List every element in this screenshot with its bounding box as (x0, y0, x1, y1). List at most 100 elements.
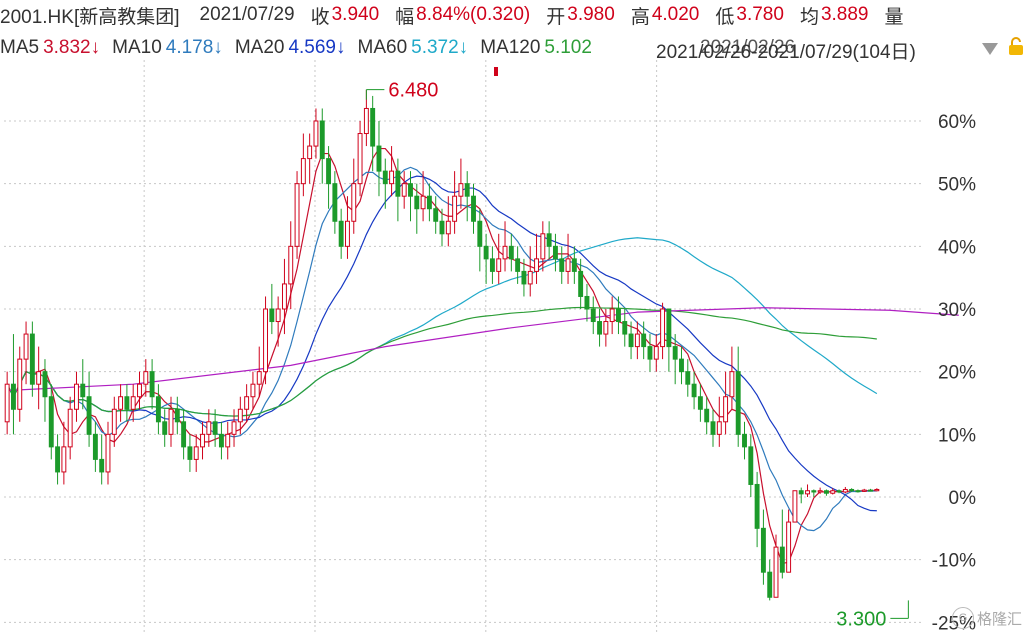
candle-body-38 (244, 396, 250, 410)
candle-body-23 (149, 371, 155, 398)
candle-body-118 (748, 446, 754, 485)
candle-body-29 (187, 446, 193, 460)
candle-body-36 (231, 421, 237, 435)
candle-body-72 (458, 183, 464, 197)
candle-body-65 (414, 195, 420, 210)
candle-body-110 (697, 396, 703, 410)
close-label: 收 (310, 6, 330, 28)
candle-body-59 (376, 145, 382, 172)
y-tick-label-1: 50% (938, 175, 976, 196)
candle-body-46 (294, 183, 300, 247)
candle-body-106 (672, 346, 678, 360)
candle-body-79 (502, 245, 508, 260)
candle-body-121 (767, 571, 773, 598)
candle-body-9 (61, 446, 67, 473)
ma-layer (6, 147, 959, 565)
candle-body-58 (370, 107, 376, 147)
candlestick-chart: 6.4803.300 60%50%40%30%20%10%0%-10%-25% (4, 60, 976, 633)
chart-toolbar (972, 36, 1024, 61)
candle-body-66 (420, 195, 426, 210)
lock-icon[interactable] (1008, 36, 1024, 61)
y-tick-label-5: 10% (938, 425, 976, 446)
candle-layer (4, 89, 880, 601)
candle-body-127 (805, 490, 810, 495)
ma10-value: 4.178↓ (165, 37, 223, 58)
candle-body-96 (609, 308, 615, 323)
ma-line-ma120 (6, 306, 877, 417)
candle-body-74 (471, 195, 476, 222)
y-tick-label-7: -10% (932, 551, 976, 572)
candle-body-56 (357, 133, 363, 185)
candle-body-104 (660, 308, 666, 348)
candle-body-41 (263, 308, 268, 373)
candle-body-4 (29, 333, 35, 385)
candle-body-128 (811, 490, 817, 493)
candle-body-54 (345, 220, 350, 247)
candle-body-14 (92, 433, 98, 460)
candle-body-98 (622, 321, 628, 335)
vertical-grid-layer (143, 60, 658, 633)
candle-body-71 (452, 195, 458, 222)
candle-body-69 (439, 220, 445, 235)
candle-body-3 (23, 333, 29, 360)
top-red-marker (494, 67, 498, 76)
triangle-down-icon[interactable] (982, 42, 998, 55)
candle-body-1 (10, 383, 16, 410)
y-tick-label-3: 30% (938, 300, 976, 321)
candle-body-0 (4, 383, 10, 423)
stock-code[interactable]: 2001.HK[新高教集团] (0, 2, 180, 29)
candle-body-35 (225, 433, 231, 448)
candle-body-75 (477, 220, 483, 247)
candle-body-133 (842, 488, 848, 493)
candle-body-55 (351, 183, 357, 222)
candle-body-33 (212, 421, 218, 435)
candle-body-111 (704, 408, 710, 423)
ma60-label: MA60 (357, 37, 408, 58)
open-label: 开 (546, 6, 566, 28)
candle-body-28 (181, 421, 187, 448)
quote-date: 2021/07/29 (199, 4, 295, 25)
high-label: 高 (630, 6, 650, 28)
candle-body-108 (685, 371, 691, 385)
candle-body-44 (281, 283, 287, 310)
candle-body-101 (641, 333, 647, 348)
min-label: 3.300 (836, 608, 886, 630)
candle-body-60 (382, 170, 388, 185)
candle-body-86 (546, 233, 552, 247)
candle-body-125 (792, 490, 798, 523)
candle-body-6 (42, 371, 48, 398)
candle-body-37 (237, 408, 243, 423)
candle-body-12 (80, 383, 86, 398)
candle-body-89 (565, 258, 571, 272)
y-tick-label-0: 60% (938, 112, 976, 133)
candle-body-93 (590, 308, 596, 323)
candle-body-70 (445, 220, 451, 235)
candle-body-103 (653, 346, 659, 360)
candle-body-130 (823, 490, 829, 494)
candle-body-5 (36, 371, 42, 385)
candle-body-76 (483, 245, 489, 260)
y-tick-label-4: 20% (938, 363, 976, 384)
candle-body-82 (521, 270, 527, 285)
y-tick-layer: 60%50%40%30%20%10%0%-10%-25% (932, 112, 976, 633)
candle-body-63 (401, 183, 407, 197)
candle-body-77 (489, 258, 495, 272)
ma60-value: 5.372↓ (411, 37, 469, 58)
candle-body-19 (124, 396, 130, 410)
candle-body-73 (464, 183, 470, 197)
ma5-value: 3.832↓ (43, 37, 101, 58)
candle-body-25 (162, 421, 168, 435)
candle-body-92 (584, 295, 590, 310)
candle-body-16 (105, 433, 111, 473)
candle-body-112 (710, 421, 716, 435)
candle-body-17 (111, 408, 117, 435)
candle-body-120 (760, 527, 766, 573)
candle-body-138 (874, 488, 880, 492)
candle-body-113 (716, 421, 722, 435)
candle-body-40 (256, 371, 262, 385)
candle-body-53 (338, 220, 344, 247)
candle-body-64 (408, 183, 413, 197)
candle-body-62 (395, 170, 401, 197)
candle-body-7 (48, 396, 54, 448)
watermark-text: 格隆汇 (976, 610, 1022, 628)
